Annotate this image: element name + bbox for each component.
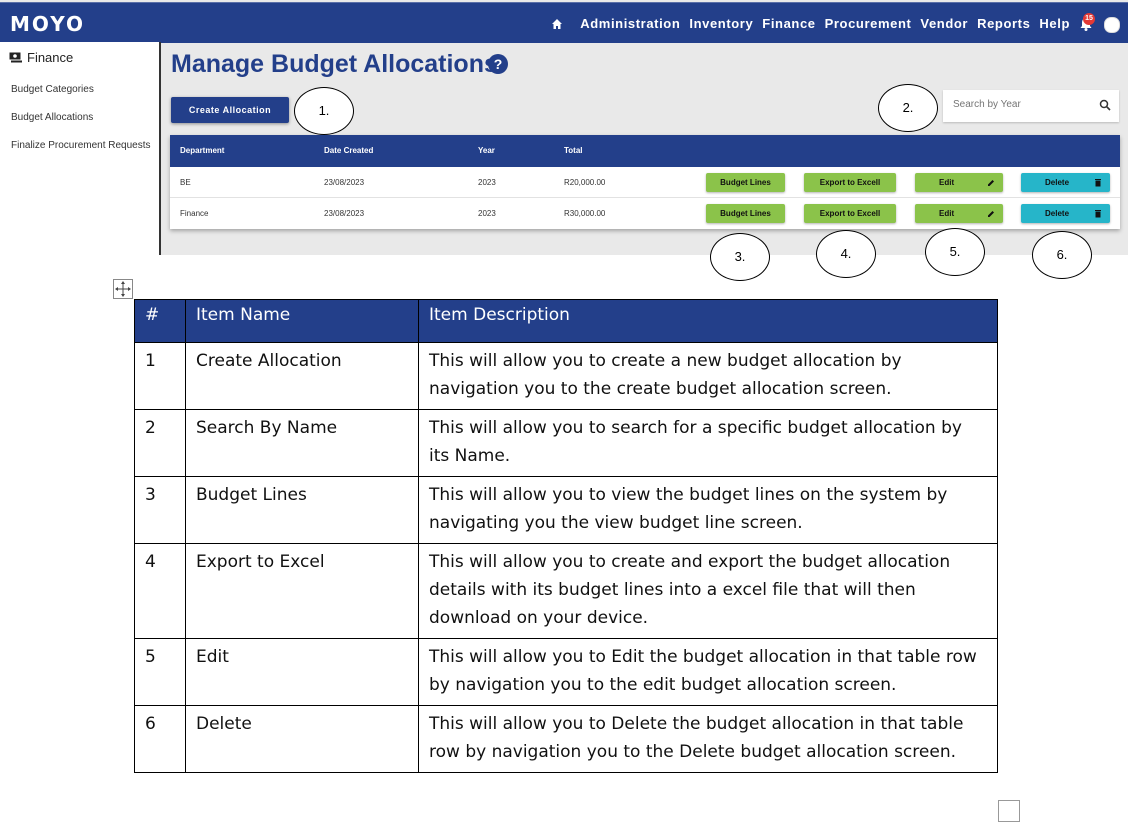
callout-5: 5. xyxy=(925,228,985,276)
allocations-table: Department Date Created Year Total BE 23… xyxy=(170,135,1120,229)
doc-table-header-row: # Item Name Item Description xyxy=(134,299,998,343)
delete-label: Delete xyxy=(1045,209,1070,218)
table-row: Finance 23/08/2023 2023 R30,000.00 Budge… xyxy=(170,198,1120,228)
sidebar-item-budget-allocations[interactable]: Budget Allocations xyxy=(11,112,93,123)
cell-year: 2023 xyxy=(478,178,496,187)
cell-department: BE xyxy=(180,178,191,187)
edit-button[interactable]: Edit xyxy=(915,204,1003,223)
table-row: 4 Export to Excel This will allow you to… xyxy=(134,543,998,639)
doc-cell-number: 4 xyxy=(134,543,186,639)
search-icon[interactable] xyxy=(1099,99,1111,111)
col-department: Department xyxy=(180,146,225,155)
doc-cell-name: Budget Lines xyxy=(185,476,419,544)
nav-procurement[interactable]: Procurement xyxy=(825,16,912,31)
delete-label: Delete xyxy=(1045,178,1070,187)
search-field[interactable] xyxy=(943,90,1119,122)
table-header: Department Date Created Year Total xyxy=(170,135,1120,167)
doc-cell-number: 6 xyxy=(134,705,186,773)
table-row: BE 23/08/2023 2023 R20,000.00 Budget Lin… xyxy=(170,167,1120,198)
doc-cell-description: This will allow you to search for a spec… xyxy=(418,409,998,477)
edit-button[interactable]: Edit xyxy=(915,173,1003,192)
app-screenshot: MOYO Administration Inventory Finance Pr… xyxy=(0,0,1128,255)
callout-3: 3. xyxy=(710,233,770,281)
table-row: 5 Edit This will allow you to Edit the b… xyxy=(134,638,998,706)
page-title: Manage Budget Allocations xyxy=(171,50,498,78)
doc-cell-number: 3 xyxy=(134,476,186,544)
sidebar: Finance Budget Categories Budget Allocat… xyxy=(0,42,161,255)
doc-cell-name: Search By Name xyxy=(185,409,419,477)
nav-inventory[interactable]: Inventory xyxy=(689,16,753,31)
col-total: Total xyxy=(564,146,583,155)
nav-administration[interactable]: Administration xyxy=(580,16,680,31)
cell-total: R30,000.00 xyxy=(564,209,606,218)
cell-total: R20,000.00 xyxy=(564,178,606,187)
col-date-created: Date Created xyxy=(324,146,374,155)
cell-date: 23/08/2023 xyxy=(324,209,365,218)
sidebar-header: Finance xyxy=(9,50,73,65)
doc-cell-description: This will allow you to view the budget l… xyxy=(418,476,998,544)
doc-cell-description: This will allow you to create a new budg… xyxy=(418,342,998,410)
sidebar-title: Finance xyxy=(27,50,74,65)
sidebar-item-budget-categories[interactable]: Budget Categories xyxy=(11,84,94,95)
doc-cell-name: Edit xyxy=(185,638,419,706)
notification-badge: 15 xyxy=(1083,13,1095,25)
pencil-icon xyxy=(988,211,994,217)
doc-cell-name: Export to Excel xyxy=(185,543,419,639)
doc-cell-description: This will allow you to create and export… xyxy=(418,543,998,639)
doc-cell-description: This will allow you to Delete the budget… xyxy=(418,705,998,773)
nav-reports[interactable]: Reports xyxy=(977,16,1030,31)
budget-lines-button[interactable]: Budget Lines xyxy=(706,173,785,192)
pencil-icon xyxy=(988,180,994,186)
export-excel-button[interactable]: Export to Excell xyxy=(804,204,896,223)
budget-lines-button[interactable]: Budget Lines xyxy=(706,204,785,223)
table-row: 6 Delete This will allow you to Delete t… xyxy=(134,705,998,773)
callout-1: 1. xyxy=(294,87,354,135)
delete-button[interactable]: Delete xyxy=(1021,204,1110,223)
nav-help[interactable]: Help xyxy=(1039,16,1070,31)
doc-cell-description: This will allow you to Edit the budget a… xyxy=(418,638,998,706)
nav-vendor[interactable]: Vendor xyxy=(920,16,968,31)
doc-col-item-description: Item Description xyxy=(418,299,998,343)
export-excel-button[interactable]: Export to Excell xyxy=(804,173,896,192)
edit-label: Edit xyxy=(939,178,955,187)
doc-cell-number: 5 xyxy=(134,638,186,706)
table-row: 3 Budget Lines This will allow you to vi… xyxy=(134,476,998,544)
cell-department: Finance xyxy=(180,209,209,218)
avatar[interactable] xyxy=(1104,17,1120,33)
sidebar-item-finalize-procurement[interactable]: Finalize Procurement Requests xyxy=(11,140,151,151)
cell-year: 2023 xyxy=(478,209,496,218)
doc-cell-name: Delete xyxy=(185,705,419,773)
top-navbar: MOYO Administration Inventory Finance Pr… xyxy=(0,2,1128,43)
doc-cell-number: 2 xyxy=(134,409,186,477)
callout-2: 2. xyxy=(878,84,938,132)
table-row: 1 Create Allocation This will allow you … xyxy=(134,342,998,410)
trash-icon xyxy=(1095,179,1101,187)
callout-6: 6. xyxy=(1032,231,1092,279)
callout-4: 4. xyxy=(816,230,876,278)
create-allocation-button[interactable]: Create Allocation xyxy=(171,97,289,123)
table-resize-handle[interactable] xyxy=(998,800,1020,822)
doc-col-number: # xyxy=(134,299,186,343)
search-input[interactable] xyxy=(951,98,1095,111)
logo: MOYO xyxy=(10,12,85,36)
doc-cell-name: Create Allocation xyxy=(185,342,419,410)
edit-label: Edit xyxy=(939,209,955,218)
main-nav: Administration Inventory Finance Procure… xyxy=(551,16,1070,31)
table-move-handle-icon[interactable] xyxy=(113,279,133,299)
delete-button[interactable]: Delete xyxy=(1021,173,1110,192)
money-icon xyxy=(9,52,22,63)
table-row: 2 Search By Name This will allow you to … xyxy=(134,409,998,477)
nav-finance[interactable]: Finance xyxy=(762,16,815,31)
home-icon[interactable] xyxy=(551,18,563,30)
cell-date: 23/08/2023 xyxy=(324,178,365,187)
description-table: # Item Name Item Description 1 Create Al… xyxy=(134,299,998,773)
help-icon[interactable]: ? xyxy=(488,54,508,74)
doc-cell-number: 1 xyxy=(134,342,186,410)
doc-col-item-name: Item Name xyxy=(185,299,419,343)
trash-icon xyxy=(1095,210,1101,218)
col-year: Year xyxy=(478,146,495,155)
